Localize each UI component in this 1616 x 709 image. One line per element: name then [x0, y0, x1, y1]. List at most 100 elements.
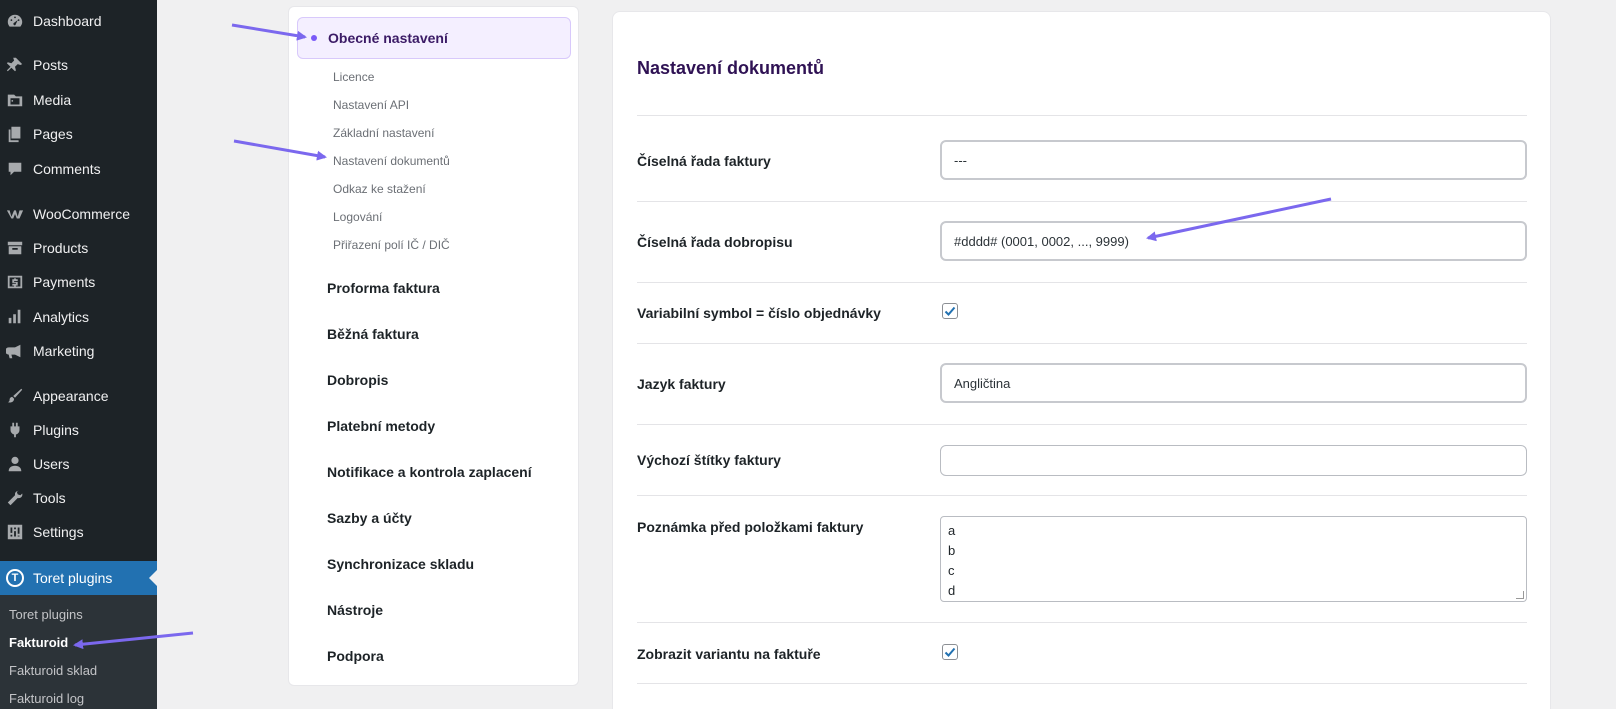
credit-series-input[interactable]: #dddd# (0001, 0002, ..., 9999) — [940, 221, 1527, 261]
toret-logo-icon: T — [5, 568, 25, 588]
nav-section-credit-note[interactable]: Dobropis — [327, 372, 388, 388]
nav-subsection-documents[interactable]: Nastavení dokumentů — [333, 154, 450, 168]
menu-label: Media — [33, 92, 72, 108]
dashboard-icon — [5, 11, 25, 31]
pin-icon — [5, 55, 25, 75]
variable-symbol-label: Variabilní symbol = číslo objednávky — [637, 305, 881, 321]
menu-label: Comments — [33, 161, 101, 177]
bar-chart-icon — [5, 307, 25, 327]
settings-panel: Nastavení dokumentů Číselná řada faktury… — [612, 11, 1551, 709]
divider — [637, 282, 1527, 283]
nav-section-tools[interactable]: Nástroje — [327, 602, 383, 618]
note-before-items-textarea[interactable]: a b c d — [940, 516, 1527, 602]
menu-plugins[interactable]: Plugins — [0, 413, 157, 447]
menu-label: Dashboard — [33, 13, 102, 29]
menu-label: Tools — [33, 490, 66, 506]
submenu-item-toret-plugins[interactable]: Toret plugins — [9, 607, 83, 622]
menu-dashboard[interactable]: Dashboard — [0, 4, 157, 38]
menu-label: Marketing — [33, 343, 95, 359]
nav-section-rates-accounts[interactable]: Sazby a účty — [327, 510, 412, 526]
menu-label: Plugins — [33, 422, 79, 438]
menu-tools[interactable]: Tools — [0, 481, 157, 515]
invoice-language-label: Jazyk faktury — [637, 376, 726, 392]
show-variant-label: Zobrazit variantu na faktuře — [637, 646, 821, 662]
checkmark-icon — [944, 647, 956, 657]
active-dot-icon — [311, 35, 317, 41]
invoice-series-label: Číselná řada faktury — [637, 153, 771, 169]
page-title: Nastavení dokumentů — [637, 58, 825, 78]
resize-handle-icon[interactable] — [1516, 591, 1524, 599]
nav-subsection-download-link[interactable]: Odkaz ke stažení — [333, 182, 426, 196]
nav-section-general-active[interactable]: Obecné nastavení — [297, 17, 571, 59]
divider — [637, 201, 1527, 202]
divider — [637, 424, 1527, 425]
menu-appearance[interactable]: Appearance — [0, 379, 157, 413]
default-tags-label: Výchozí štítky faktury — [637, 452, 781, 468]
woocommerce-icon — [5, 204, 25, 224]
menu-toret-plugins[interactable]: T Toret plugins — [0, 561, 157, 595]
pages-icon — [5, 124, 25, 144]
dollar-icon — [5, 272, 25, 292]
sliders-icon — [5, 522, 25, 542]
nav-subsection-licence[interactable]: Licence — [333, 70, 374, 84]
invoice-language-select[interactable]: Angličtina — [940, 363, 1527, 403]
menu-users[interactable]: Users — [0, 447, 157, 481]
divider — [637, 343, 1527, 344]
menu-analytics[interactable]: Analytics — [0, 300, 157, 334]
menu-label: Payments — [33, 274, 96, 290]
menu-label: WooCommerce — [33, 206, 130, 222]
default-tags-input[interactable] — [940, 445, 1527, 476]
nav-subsection-api[interactable]: Nastavení API — [333, 98, 409, 112]
menu-pages[interactable]: Pages — [0, 117, 157, 151]
divider — [637, 622, 1527, 623]
menu-payments[interactable]: Payments — [0, 265, 157, 299]
submenu-item-fakturoid[interactable]: Fakturoid — [9, 635, 68, 650]
menu-settings[interactable]: Settings — [0, 515, 157, 549]
note-before-items-label: Poznámka před položkami faktury — [637, 519, 864, 535]
nav-subsection-ic-dic[interactable]: Přiřazení polí IČ / DIČ — [333, 238, 450, 252]
textarea-line: d — [948, 583, 956, 598]
menu-label: Pages — [33, 126, 73, 142]
user-icon — [5, 454, 25, 474]
show-variant-checkbox[interactable] — [942, 644, 958, 660]
menu-media[interactable]: Media — [0, 83, 157, 117]
nav-section-invoice[interactable]: Běžná faktura — [327, 326, 419, 342]
settings-nav: Obecné nastavení Licence Nastavení API Z… — [288, 6, 579, 686]
menu-label: Users — [33, 456, 70, 472]
submenu-item-fakturoid-log[interactable]: Fakturoid log — [9, 691, 84, 706]
divider — [637, 115, 1527, 116]
plug-icon — [5, 420, 25, 440]
divider — [637, 683, 1527, 684]
nav-subsection-logging[interactable]: Logování — [333, 210, 382, 224]
nav-subsection-basic[interactable]: Základní nastavení — [333, 126, 434, 140]
admin-sidebar: Dashboard Posts Media Pages Comments Woo… — [0, 0, 157, 709]
menu-label: Appearance — [33, 388, 109, 404]
menu-label: Products — [33, 240, 89, 256]
checkmark-icon — [944, 306, 956, 316]
nav-section-notifications[interactable]: Notifikace a kontrola zaplacení — [327, 464, 532, 480]
textarea-line: b — [948, 543, 956, 558]
submenu-item-fakturoid-sklad[interactable]: Fakturoid sklad — [9, 663, 97, 678]
credit-series-label: Číselná řada dobropisu — [637, 234, 793, 250]
textarea-line: a — [948, 523, 956, 538]
submenu-toret: Toret plugins Fakturoid Fakturoid sklad … — [0, 595, 157, 709]
menu-label: Analytics — [33, 309, 90, 325]
nav-section-label: Obecné nastavení — [328, 30, 448, 46]
wrench-icon — [5, 488, 25, 508]
comment-icon — [5, 159, 25, 179]
nav-section-support[interactable]: Podpora — [327, 648, 384, 664]
menu-label: Settings — [33, 524, 84, 540]
menu-products[interactable]: Products — [0, 231, 157, 265]
menu-comments[interactable]: Comments — [0, 152, 157, 186]
menu-marketing[interactable]: Marketing — [0, 334, 157, 368]
variable-symbol-checkbox[interactable] — [942, 303, 958, 319]
nav-section-payment-methods[interactable]: Platební metody — [327, 418, 435, 434]
textarea-line: c — [948, 563, 955, 578]
nav-section-stock-sync[interactable]: Synchronizace skladu — [327, 556, 474, 572]
invoice-series-input[interactable]: --- — [940, 140, 1527, 180]
nav-section-proforma[interactable]: Proforma faktura — [327, 280, 440, 296]
menu-woocommerce[interactable]: WooCommerce — [0, 197, 157, 231]
menu-label: Posts — [33, 57, 69, 73]
menu-posts[interactable]: Posts — [0, 48, 157, 82]
menu-label: Toret plugins — [33, 570, 113, 586]
